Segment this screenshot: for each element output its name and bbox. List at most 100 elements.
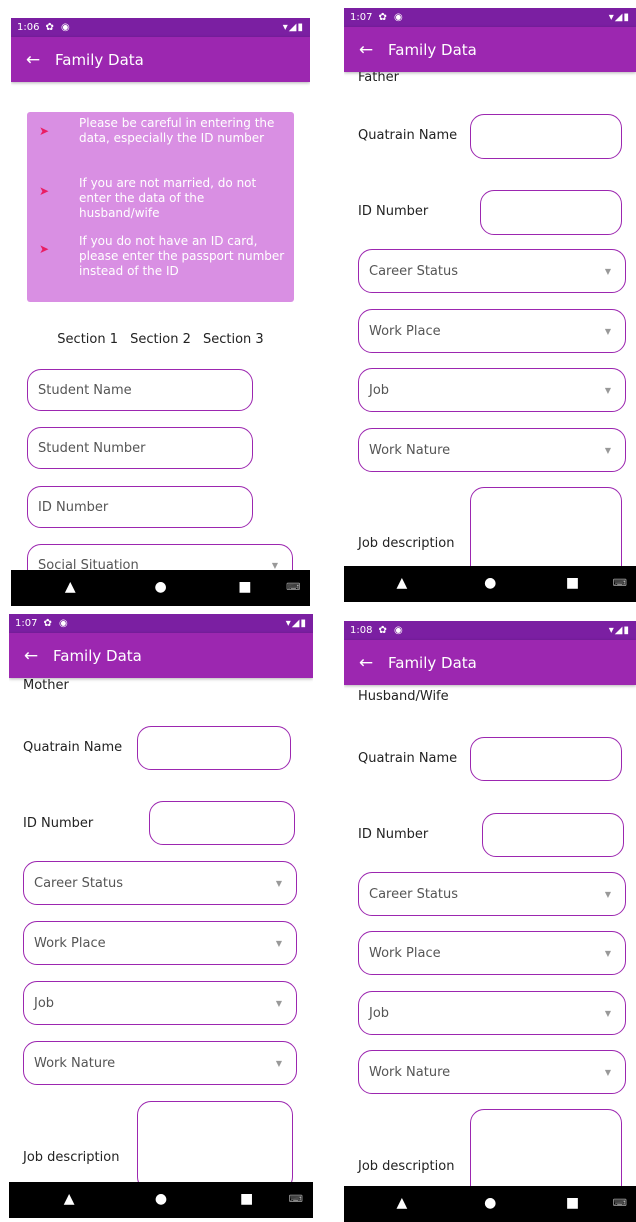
bullet-chevron-icon: ➤: [39, 184, 50, 198]
content: ➤ Please be careful in entering the data…: [11, 82, 310, 570]
chevron-down-icon: ▼: [604, 326, 611, 336]
job-select[interactable]: Job ▼: [23, 981, 297, 1025]
id-number-input[interactable]: ID Number: [27, 486, 253, 528]
chevron-down-icon: ▼: [275, 938, 282, 948]
work-place-select[interactable]: Work Place ▼: [358, 931, 626, 975]
id-number-label: ID Number: [23, 816, 94, 831]
student-name-input[interactable]: Student Name: [27, 369, 253, 411]
quatrain-name-input[interactable]: [137, 726, 291, 770]
nav-back-icon[interactable]: ▲: [397, 1195, 408, 1211]
quatrain-name-input[interactable]: [470, 114, 622, 159]
chevron-down-icon: ▼: [604, 385, 611, 395]
field-placeholder: Career Status: [369, 263, 459, 279]
keyboard-icon[interactable]: ⌨: [613, 578, 627, 589]
field-placeholder: Work Place: [34, 935, 106, 951]
nav-bar: ▲ ● ■ ⌨: [11, 570, 310, 606]
job-description-label: Job description: [23, 1150, 120, 1165]
student-number-input[interactable]: Student Number: [27, 427, 253, 469]
nav-bar: ▲ ● ■ ⌨: [9, 1182, 313, 1218]
notice-item: ➤ If you do not have an ID card, please …: [39, 234, 286, 279]
work-place-select[interactable]: Work Place ▼: [23, 921, 297, 965]
career-status-select[interactable]: Career Status ▼: [23, 861, 297, 905]
chevron-down-icon: ▼: [604, 1008, 611, 1018]
tab-section-3[interactable]: Section 3: [203, 332, 264, 347]
career-status-select[interactable]: Career Status ▼: [358, 872, 626, 916]
quatrain-name-label: Quatrain Name: [358, 128, 458, 143]
field-placeholder: Work Nature: [369, 442, 451, 458]
nav-recent-icon[interactable]: ■: [240, 1191, 253, 1207]
career-status-select[interactable]: Career Status ▼: [358, 249, 626, 293]
nav-recent-icon[interactable]: ■: [566, 575, 579, 591]
work-nature-select[interactable]: Work Nature ▼: [358, 1050, 626, 1094]
nav-recent-icon[interactable]: ■: [566, 1195, 579, 1211]
job-description-textarea[interactable]: [470, 487, 622, 566]
back-arrow-icon[interactable]: ←: [9, 646, 53, 666]
status-bar: 1:07 ✿ ◉ ▾◢▮: [344, 8, 636, 27]
job-description-textarea[interactable]: [470, 1109, 622, 1186]
nav-home-icon[interactable]: ●: [155, 579, 167, 595]
section-heading: Father: [358, 72, 399, 85]
quatrain-name-input[interactable]: [470, 737, 622, 781]
social-situation-select[interactable]: Social Situation ▼: [27, 544, 293, 570]
screen-1: 1:06 ✿ ◉ ▾◢▮ ← Family Data ➤ Please be c…: [11, 18, 310, 606]
app-title: Family Data: [53, 646, 142, 665]
field-placeholder: Career Status: [34, 875, 124, 891]
status-time: 1:08: [350, 625, 373, 636]
id-number-input[interactable]: [149, 801, 295, 845]
back-arrow-icon[interactable]: ←: [11, 50, 55, 70]
field-placeholder: Work Place: [369, 945, 441, 961]
content: Father Quatrain Name ID Number Career St…: [344, 72, 636, 566]
battery-icon: ▾◢▮: [282, 22, 304, 33]
nav-home-icon[interactable]: ●: [484, 1195, 496, 1211]
job-description-textarea[interactable]: [137, 1101, 293, 1182]
gear-icon: ✿ ◉: [43, 618, 70, 629]
section-heading: Mother: [23, 678, 69, 693]
status-bar: 1:07 ✿ ◉ ▾◢▮: [9, 614, 313, 633]
nav-back-icon[interactable]: ▲: [64, 1191, 75, 1207]
quatrain-name-label: Quatrain Name: [23, 740, 123, 755]
app-title: Family Data: [388, 653, 477, 672]
app-bar: ← Family Data: [344, 27, 636, 72]
bullet-chevron-icon: ➤: [39, 124, 50, 138]
job-description-label: Job description: [358, 1159, 455, 1174]
tab-section-2[interactable]: Section 2: [130, 332, 191, 347]
nav-recent-icon[interactable]: ■: [238, 579, 251, 595]
chevron-down-icon: ▼: [275, 998, 282, 1008]
chevron-down-icon: ▼: [275, 878, 282, 888]
field-placeholder: Work Nature: [369, 1064, 451, 1080]
chevron-down-icon: ▼: [604, 1067, 611, 1077]
screen-2: 1:07 ✿ ◉ ▾◢▮ ← Family Data Father Quatra…: [344, 8, 636, 602]
job-select[interactable]: Job ▼: [358, 368, 626, 412]
back-arrow-icon[interactable]: ←: [344, 40, 388, 60]
status-time: 1:06: [17, 22, 40, 33]
app-bar: ← Family Data: [9, 633, 313, 678]
work-place-select[interactable]: Work Place ▼: [358, 309, 626, 353]
battery-icon: ▾◢▮: [285, 618, 307, 629]
id-number-input[interactable]: [480, 190, 622, 235]
nav-back-icon[interactable]: ▲: [397, 575, 408, 591]
back-arrow-icon[interactable]: ←: [344, 653, 388, 673]
notice-text: If you are not married, do not enter the…: [79, 176, 257, 220]
keyboard-icon[interactable]: ⌨: [289, 1194, 303, 1205]
field-placeholder: Career Status: [369, 886, 459, 902]
field-placeholder: ID Number: [38, 499, 109, 515]
app-title: Family Data: [55, 50, 144, 69]
keyboard-icon[interactable]: ⌨: [613, 1198, 627, 1209]
app-bar: ← Family Data: [11, 37, 310, 82]
work-nature-select[interactable]: Work Nature ▼: [358, 428, 626, 472]
work-nature-select[interactable]: Work Nature ▼: [23, 1041, 297, 1085]
screen-4: 1:08 ✿ ◉ ▾◢▮ ← Family Data Husband/Wife …: [344, 621, 636, 1222]
id-number-input[interactable]: [482, 813, 624, 857]
keyboard-icon[interactable]: ⌨: [286, 582, 300, 593]
job-select[interactable]: Job ▼: [358, 991, 626, 1035]
nav-home-icon[interactable]: ●: [484, 575, 496, 591]
nav-back-icon[interactable]: ▲: [65, 579, 76, 595]
nav-bar: ▲ ● ■ ⌨: [344, 1186, 636, 1222]
status-bar: 1:06 ✿ ◉ ▾◢▮: [11, 18, 310, 37]
tab-section-1[interactable]: Section 1: [57, 332, 118, 347]
notice-item: ➤ If you are not married, do not enter t…: [39, 176, 286, 221]
gear-icon: ✿ ◉: [45, 22, 72, 33]
section-heading: Husband/Wife: [358, 689, 449, 704]
nav-home-icon[interactable]: ●: [155, 1191, 167, 1207]
quatrain-name-label: Quatrain Name: [358, 751, 458, 766]
